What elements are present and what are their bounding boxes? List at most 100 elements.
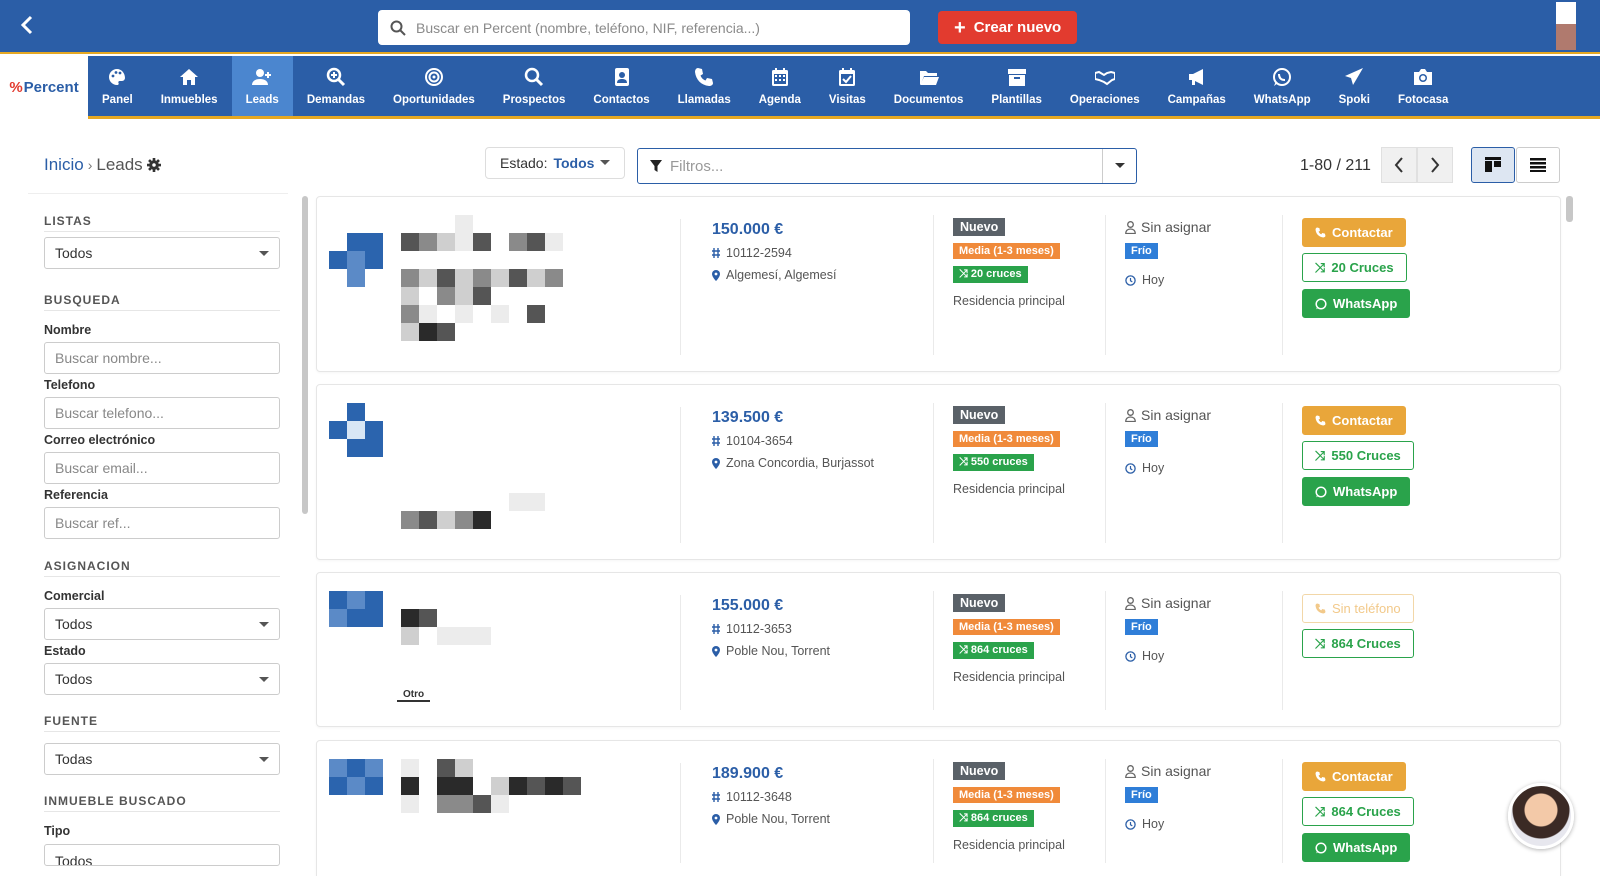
assistant-avatar[interactable] bbox=[1508, 783, 1574, 849]
nav-item-plantillas[interactable]: Plantillas bbox=[977, 56, 1056, 116]
whatsapp-button[interactable]: WhatsApp bbox=[1302, 289, 1411, 318]
nav-item-documentos[interactable]: Documentos bbox=[880, 56, 978, 116]
nav-item-contactos[interactable]: Contactos bbox=[579, 56, 663, 116]
lead-card[interactable]: Otro 155.000 € 10112-3653 Poble Nou, Torren… bbox=[316, 572, 1561, 727]
shuffle-icon: ⤨ bbox=[1315, 635, 1326, 651]
filter-icon bbox=[650, 159, 662, 172]
email-input[interactable] bbox=[44, 452, 280, 484]
gear-icon[interactable] bbox=[146, 158, 161, 172]
list-scrollbar[interactable] bbox=[1566, 196, 1573, 222]
lead-price: 189.900 € bbox=[712, 765, 784, 782]
matches-badge: ⤨ 550 cruces bbox=[953, 454, 1034, 471]
nav-item-whatsapp[interactable]: WhatsApp bbox=[1240, 56, 1325, 116]
nav-item-llamadas[interactable]: Llamadas bbox=[664, 56, 745, 116]
nav-item-demandas[interactable]: Demandas bbox=[293, 56, 379, 116]
section-busqueda: BUSQUEDA bbox=[44, 293, 121, 307]
nombre-input[interactable] bbox=[44, 342, 280, 374]
section-inmueble-buscado: INMUEBLE BUSCADO bbox=[44, 794, 187, 808]
contact-button[interactable]: Contactar bbox=[1302, 406, 1406, 435]
listas-select[interactable]: Todos bbox=[44, 237, 280, 269]
urgency-badge: Media (1-3 meses) bbox=[953, 619, 1060, 635]
kanban-view-button[interactable] bbox=[1471, 147, 1515, 183]
section-fuente: FUENTE bbox=[44, 714, 98, 728]
matches-button[interactable]: ⤨ 20 Cruces bbox=[1302, 253, 1407, 282]
nav-item-panel[interactable]: Panel bbox=[88, 56, 147, 116]
nav-item-prospectos[interactable]: Prospectos bbox=[489, 56, 580, 116]
status-badge: Nuevo bbox=[953, 218, 1006, 236]
nav-item-leads[interactable]: Leads bbox=[231, 56, 293, 116]
nav-item-fotocasa[interactable]: Fotocasa bbox=[1384, 56, 1463, 116]
assignee[interactable]: Sin asignar bbox=[1125, 219, 1211, 235]
nav-item-campanas[interactable]: Campañas bbox=[1154, 56, 1240, 116]
tipo-select[interactable]: Todos bbox=[44, 844, 280, 866]
whatsapp-button[interactable]: WhatsApp bbox=[1302, 833, 1411, 862]
matches-button[interactable]: ⤨ 864 Cruces bbox=[1302, 797, 1414, 826]
next-page-button[interactable] bbox=[1417, 147, 1453, 183]
archive-icon bbox=[1007, 67, 1027, 90]
lead-card[interactable]: 189.900 € 10112-3648 Poble Nou, Torrent Nue… bbox=[316, 740, 1561, 876]
nav-item-operaciones[interactable]: Operaciones bbox=[1056, 56, 1154, 116]
referencia-input[interactable] bbox=[44, 507, 280, 539]
pagination-info: 1-80 / 211 bbox=[1300, 157, 1371, 174]
whatsapp-button[interactable]: WhatsApp bbox=[1302, 477, 1411, 506]
lead-price: 139.500 € bbox=[712, 409, 784, 426]
user-icon bbox=[1125, 408, 1136, 422]
lead-reference: 10112-3653 bbox=[712, 622, 792, 636]
home-icon bbox=[179, 67, 199, 90]
matches-button[interactable]: ⤨ 550 Cruces bbox=[1302, 441, 1414, 470]
contact-button[interactable]: Contactar bbox=[1302, 762, 1406, 791]
nav-item-label: Llamadas bbox=[677, 93, 731, 106]
nombre-label: Nombre bbox=[44, 323, 92, 337]
matches-button[interactable]: ⤨ 864 Cruces bbox=[1302, 629, 1414, 658]
hash-icon bbox=[712, 436, 720, 446]
nav-item-label: Agenda bbox=[758, 93, 801, 106]
nav-item-agenda[interactable]: Agenda bbox=[745, 56, 815, 116]
shuffle-icon: ⤨ bbox=[959, 644, 971, 656]
target-icon bbox=[424, 67, 444, 90]
estado-filter-button[interactable]: Estado: Todos bbox=[485, 147, 626, 179]
lead-tag: Otro bbox=[397, 689, 431, 702]
contact-button[interactable]: Contactar bbox=[1302, 218, 1406, 247]
global-search[interactable] bbox=[378, 10, 910, 45]
plus-icon: + bbox=[954, 16, 966, 39]
status-badge: Nuevo bbox=[953, 594, 1006, 612]
nav-item-visitas[interactable]: Visitas bbox=[815, 56, 880, 116]
prev-page-button[interactable] bbox=[1381, 147, 1417, 183]
nav-item-inmuebles[interactable]: Inmuebles bbox=[147, 56, 232, 116]
percent-logo[interactable]: % Percent bbox=[0, 56, 88, 119]
filters-box[interactable] bbox=[637, 148, 1137, 184]
telefono-input[interactable] bbox=[44, 397, 280, 429]
nav-item-label: Prospectos bbox=[502, 93, 566, 106]
lead-card[interactable]: 150.000 € 10112-2594 Algemesí, Algemesí Nue… bbox=[316, 196, 1561, 372]
contact-button[interactable]: Sin teléfono bbox=[1302, 594, 1414, 623]
contact-book-icon bbox=[612, 67, 632, 90]
estado-select[interactable]: Todos bbox=[44, 663, 280, 695]
shuffle-icon: ⤨ bbox=[1315, 803, 1326, 819]
assignee[interactable]: Sin asignar bbox=[1125, 595, 1211, 611]
list-view-button[interactable] bbox=[1516, 147, 1560, 183]
nav-item-label: Contactos bbox=[593, 93, 650, 106]
assignee[interactable]: Sin asignar bbox=[1125, 763, 1211, 779]
nav-item-spoki[interactable]: Spoki bbox=[1325, 56, 1384, 116]
clock-icon bbox=[1125, 650, 1136, 662]
lead-card[interactable]: 139.500 € 10104-3654 Zona Concordia, Burja… bbox=[316, 384, 1561, 560]
user-thumbnail[interactable] bbox=[1556, 2, 1576, 50]
sidebar-scrollbar[interactable] bbox=[302, 196, 308, 514]
nav-item-label: Panel bbox=[102, 93, 133, 106]
filters-dropdown-button[interactable] bbox=[1102, 149, 1136, 183]
lead-location: Poble Nou, Torrent bbox=[712, 812, 830, 826]
nav-item-label: Operaciones bbox=[1069, 93, 1140, 106]
breadcrumb-home[interactable]: Inicio bbox=[44, 155, 84, 175]
filters-input[interactable] bbox=[670, 157, 1090, 175]
kanban-icon bbox=[1485, 157, 1501, 172]
search-icon bbox=[524, 67, 544, 90]
fuente-select[interactable]: Todas bbox=[44, 743, 280, 775]
assignee[interactable]: Sin asignar bbox=[1125, 407, 1211, 423]
global-search-input[interactable] bbox=[416, 19, 896, 36]
comercial-select[interactable]: Todos bbox=[44, 608, 280, 640]
nav-item-oportunidades[interactable]: Oportunidades bbox=[379, 56, 489, 116]
back-button[interactable] bbox=[16, 13, 40, 37]
lead-date: Hoy bbox=[1125, 461, 1164, 475]
create-new-button[interactable]: + Crear nuevo bbox=[938, 11, 1078, 44]
comercial-label: Comercial bbox=[44, 589, 105, 603]
